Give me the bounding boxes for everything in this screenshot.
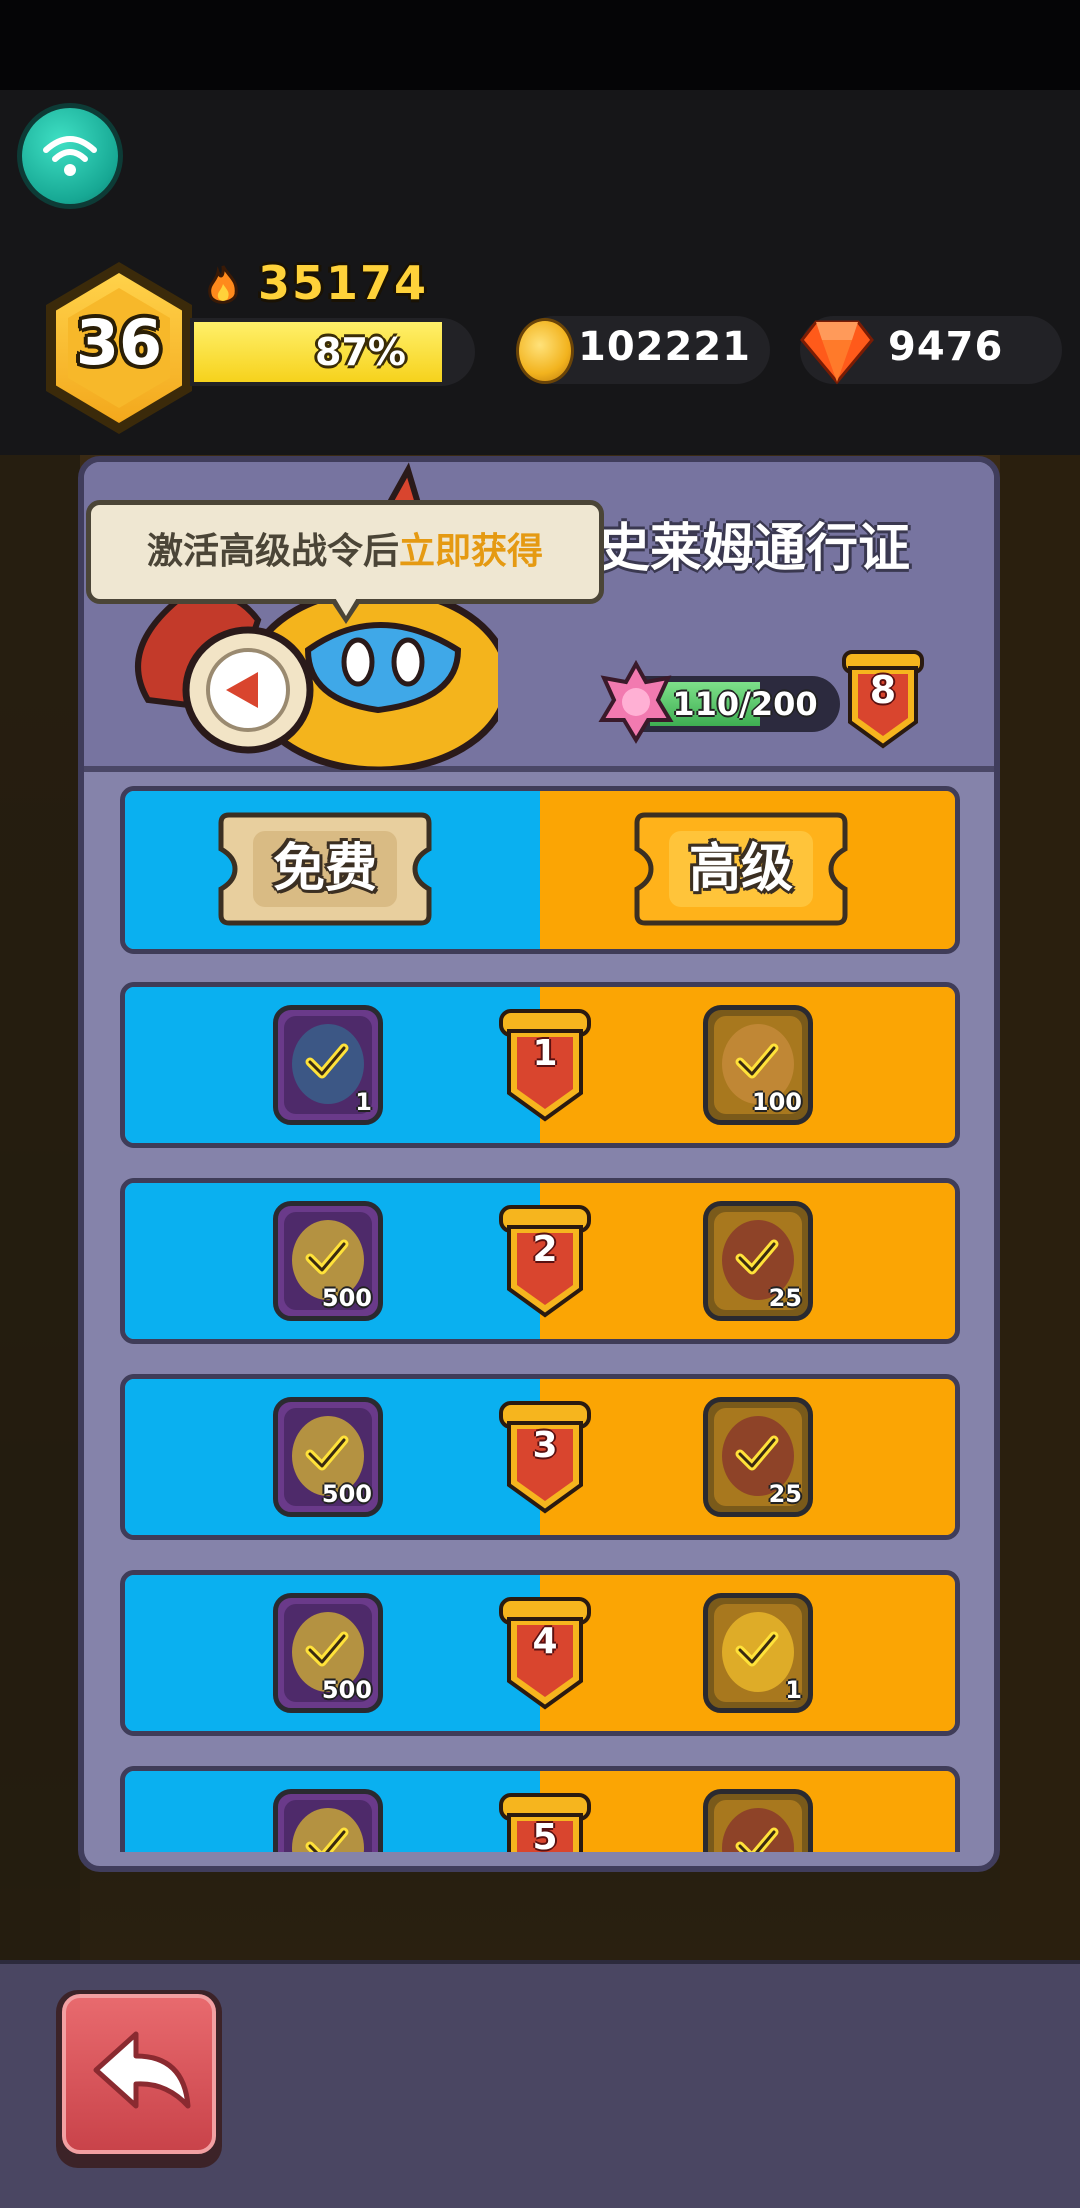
check-icon: [305, 1043, 349, 1079]
premium-reward-slot[interactable]: 25: [703, 1397, 813, 1517]
reward-list[interactable]: 1 1 100 500 2 25 500 3 25 500 4 1 5: [0, 0, 1080, 1852]
free-reward-qty: 500: [321, 1480, 372, 1508]
check-icon: [305, 1827, 349, 1852]
check-icon: [735, 1043, 779, 1079]
reward-row[interactable]: 5: [120, 1766, 960, 1852]
back-button-face[interactable]: [62, 1994, 216, 2154]
reward-row[interactable]: 1 1 100: [120, 982, 960, 1148]
tooltip-highlight: 立即获得: [399, 531, 544, 572]
reward-row[interactable]: 500 3 25: [120, 1374, 960, 1540]
check-icon: [305, 1239, 349, 1275]
tooltip-text: 激活高级战令后立即获得: [86, 500, 604, 604]
check-icon: [305, 1631, 349, 1667]
free-reward-slot[interactable]: 1: [273, 1005, 383, 1125]
slime-hero-illustration: [135, 462, 498, 770]
tooltip-tail-inner: [334, 596, 358, 616]
reward-level: 4: [532, 1621, 558, 1662]
free-reward-qty: 500: [321, 1284, 372, 1312]
free-reward-slot[interactable]: 500: [273, 1201, 383, 1321]
reward-level: 3: [532, 1425, 558, 1466]
free-reward-slot[interactable]: 500: [273, 1397, 383, 1517]
tooltip-prefix: 激活高级战令后: [146, 531, 399, 572]
reward-row[interactable]: 500 4 1: [120, 1570, 960, 1736]
back-arrow-icon: [93, 2031, 191, 2109]
free-reward-qty: 500: [321, 1676, 372, 1704]
premium-reward-slot[interactable]: 25: [703, 1201, 813, 1321]
reward-level: 1: [532, 1033, 558, 1074]
check-icon: [305, 1435, 349, 1471]
free-reward-slot[interactable]: [273, 1789, 383, 1852]
reward-row[interactable]: 500 2 25: [120, 1178, 960, 1344]
check-icon: [735, 1435, 779, 1471]
premium-reward-qty: 100: [751, 1088, 802, 1116]
premium-reward-slot[interactable]: 1: [703, 1593, 813, 1713]
premium-reward-qty: 25: [768, 1480, 802, 1508]
reward-level: 2: [532, 1229, 558, 1270]
premium-reward-qty: 25: [768, 1284, 802, 1312]
reward-level: 5: [532, 1817, 558, 1852]
premium-reward-qty: 1: [785, 1676, 802, 1704]
check-icon: [735, 1239, 779, 1275]
check-icon: [735, 1631, 779, 1667]
premium-reward-slot[interactable]: [703, 1789, 813, 1852]
free-reward-slot[interactable]: 500: [273, 1593, 383, 1713]
free-reward-qty: 1: [355, 1088, 372, 1116]
check-icon: [735, 1827, 779, 1852]
premium-reward-slot[interactable]: 100: [703, 1005, 813, 1125]
pass-title: 史莱姆通行证: [598, 519, 911, 579]
